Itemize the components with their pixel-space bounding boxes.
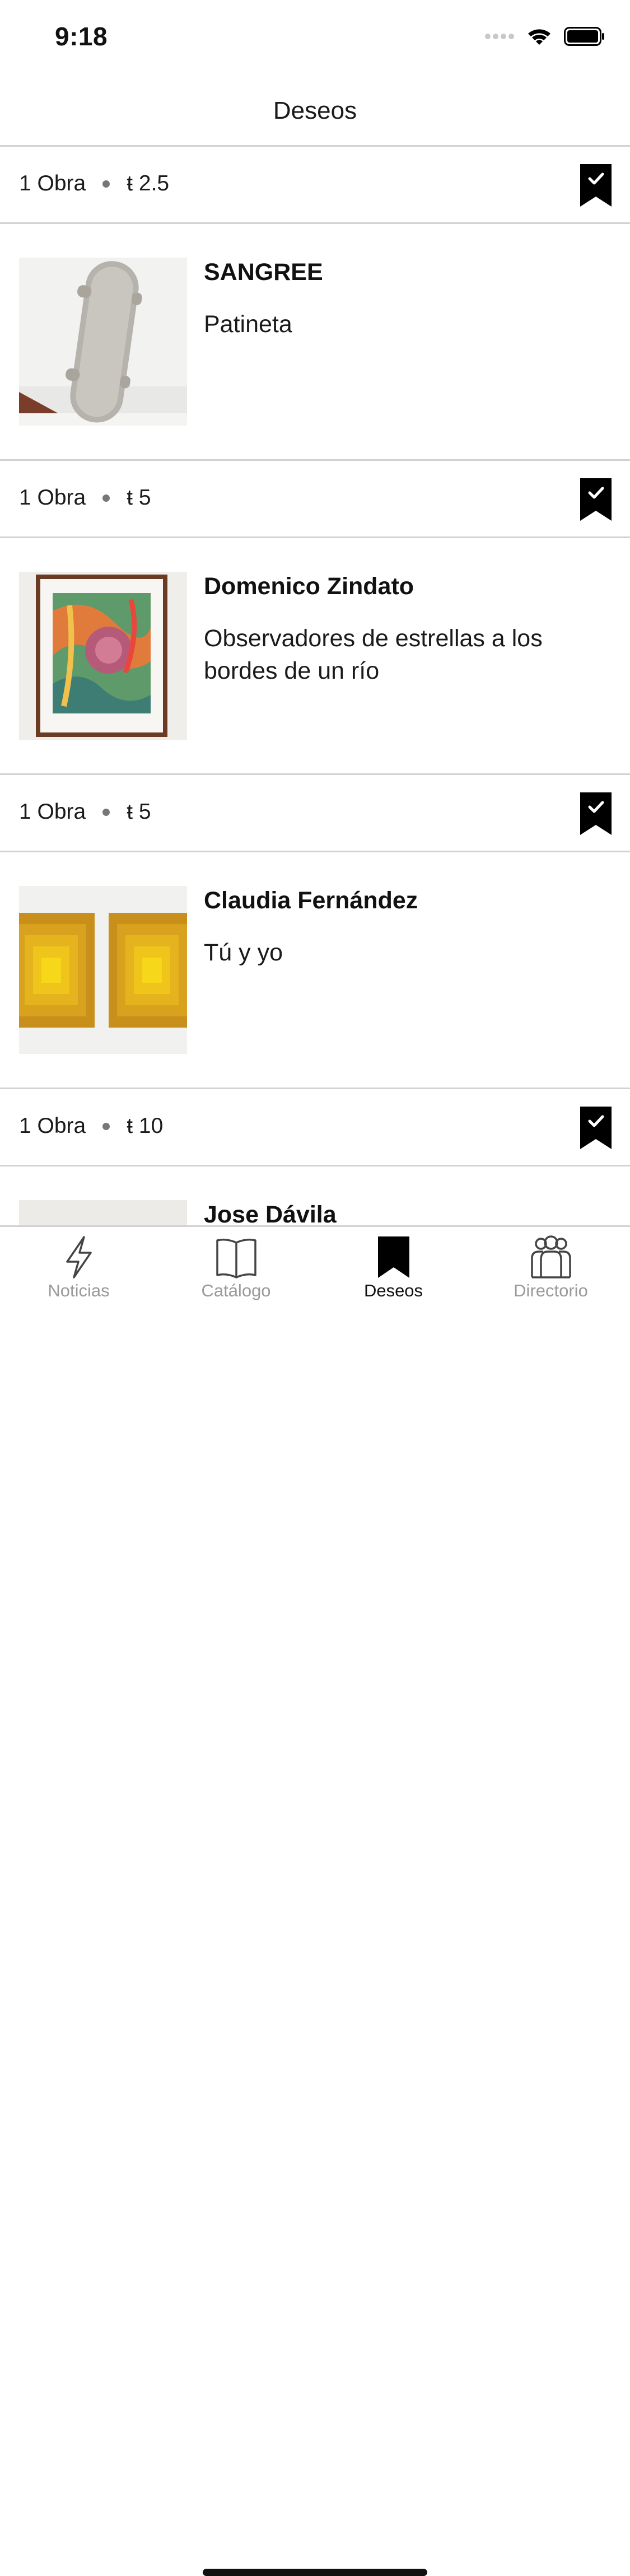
artwork-image xyxy=(19,1200,187,1226)
artist-name: Jose Dávila xyxy=(204,1201,337,1226)
battery-icon xyxy=(564,27,604,46)
artwork-count: 1 Obra xyxy=(19,486,86,510)
section-meta: 1 Obra ŧ 5 xyxy=(19,486,151,510)
tab-directorio[interactable]: Directorio xyxy=(472,1235,629,1313)
separator-dot xyxy=(102,180,110,188)
tab-label: Noticias xyxy=(48,1281,110,1300)
tab-deseos[interactable]: Deseos xyxy=(315,1235,472,1313)
bookmark-check-icon[interactable] xyxy=(580,478,612,521)
separator-dot xyxy=(102,494,110,502)
book-icon xyxy=(216,1238,256,1278)
artwork-count: 1 Obra xyxy=(19,800,86,824)
artist-name: Claudia Fernández xyxy=(204,887,418,914)
tab-catalogo[interactable]: Catálogo xyxy=(157,1235,315,1313)
artwork-thumbnail[interactable] xyxy=(19,886,187,1054)
bookmark-check-icon[interactable] xyxy=(580,1107,612,1149)
price: ŧ 5 xyxy=(127,486,151,510)
wishlist[interactable]: 1 Obra ŧ 2.5 SANGREE Patineta 1 Obra ŧ 5… xyxy=(0,147,630,1226)
home-indicator[interactable] xyxy=(203,2569,427,2576)
list-item[interactable]: Claudia Fernández Tú y yo xyxy=(0,852,630,1089)
tab-bar: Noticias Catálogo Deseos Directorio xyxy=(0,1225,630,2576)
price: ŧ 2.5 xyxy=(127,171,170,195)
artwork-title: Tú y yo xyxy=(204,939,283,966)
yellow-paintings-image xyxy=(19,886,187,1054)
page-title: Deseos xyxy=(273,97,357,124)
list-item[interactable]: SANGREE Patineta xyxy=(0,224,630,461)
wifi-icon xyxy=(528,29,550,45)
artwork-title: Observadores de estrellas a los bordes d… xyxy=(204,625,543,684)
section-header: 1 Obra ŧ 2.5 xyxy=(0,147,630,224)
section-meta: 1 Obra ŧ 10 xyxy=(19,1114,163,1138)
section-header: 1 Obra ŧ 10 xyxy=(0,1089,630,1166)
artwork-count: 1 Obra xyxy=(19,1114,86,1138)
tab-label: Catálogo xyxy=(201,1281,271,1300)
tab-label: Directorio xyxy=(514,1281,588,1300)
artwork-count: 1 Obra xyxy=(19,171,86,195)
bookmark-icon xyxy=(377,1236,409,1278)
list-item[interactable]: Jose Dávila xyxy=(0,1166,630,1226)
separator-dot xyxy=(102,1122,110,1130)
bookmark-check-icon[interactable] xyxy=(580,164,612,207)
artwork-title: Patineta xyxy=(204,311,292,338)
wishlist-section: 1 Obra ŧ 5 xyxy=(0,775,630,1089)
wishlist-section: 1 Obra ŧ 5 xyxy=(0,461,630,775)
artwork-thumbnail[interactable] xyxy=(19,258,187,426)
price: ŧ 10 xyxy=(127,1114,164,1138)
artwork-thumbnail[interactable] xyxy=(19,572,187,740)
section-meta: 1 Obra ŧ 5 xyxy=(19,800,151,824)
status-icons xyxy=(484,27,605,46)
status-bar: 9:18 xyxy=(0,0,630,76)
wishlist-section: 1 Obra ŧ 2.5 SANGREE Patineta xyxy=(0,147,630,461)
artist-name: SANGREE xyxy=(204,259,323,286)
status-time: 9:18 xyxy=(55,22,108,51)
artwork-thumbnail[interactable] xyxy=(19,1200,187,1226)
artist-name: Domenico Zindato xyxy=(204,573,414,600)
section-header: 1 Obra ŧ 5 xyxy=(0,461,630,538)
separator-dot xyxy=(102,808,110,816)
list-item[interactable]: Domenico Zindato Observadores de estrell… xyxy=(0,538,630,775)
wishlist-section: 1 Obra ŧ 10 Jose Dávila xyxy=(0,1089,630,1226)
people-icon xyxy=(530,1235,571,1278)
cellular-signal-icon xyxy=(485,34,514,39)
skateboard-image xyxy=(19,258,187,426)
section-header: 1 Obra ŧ 5 xyxy=(0,775,630,852)
bookmark-check-icon[interactable] xyxy=(580,792,612,835)
lightning-icon xyxy=(66,1236,92,1278)
tab-label: Deseos xyxy=(363,1281,423,1300)
nav-header: Deseos xyxy=(0,76,630,147)
tab-noticias[interactable]: Noticias xyxy=(0,1235,157,1313)
section-meta: 1 Obra ŧ 2.5 xyxy=(19,171,169,196)
price: ŧ 5 xyxy=(127,800,151,824)
framed-painting-image xyxy=(19,572,187,740)
